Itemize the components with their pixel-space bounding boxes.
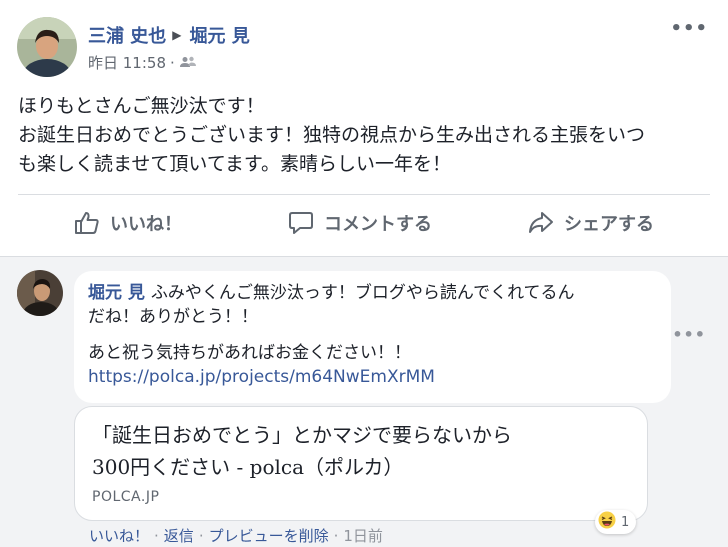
caret-right-icon: ▶	[172, 28, 182, 42]
share-label: シェアする	[564, 214, 654, 235]
post-text: ほりもとさんご無沙汰です！ お誕生日おめでとうございます！独特の視点から生み出さ…	[18, 92, 714, 179]
share-button[interactable]: シェアする	[528, 210, 654, 236]
comment-bubble: 堀元 見ふみやくんご無沙汰っす！ブログやら読んでくれてるん だね！ありがとう！！…	[74, 271, 671, 403]
comment-bubble-icon	[288, 210, 314, 236]
post-text-line: ほりもとさんご無沙汰です！	[18, 95, 265, 117]
friends-audience-icon[interactable]	[179, 54, 197, 72]
comment-text: だね！ありがとう！！	[88, 307, 258, 327]
comment-actions: いいね！ · 返信 · プレビューを削除 · 1日前	[89, 525, 383, 546]
separator-dot: ·	[198, 526, 204, 545]
separator-dot: ·	[154, 526, 159, 545]
reaction-count: 1	[621, 514, 630, 530]
link-preview-domain: POLCA.JP	[92, 489, 160, 505]
haha-emoji-icon	[598, 511, 616, 533]
post-text-line: も楽しく読ませて頂いてます。素晴らしい一年を！	[18, 153, 452, 175]
comment-label: コメントする	[324, 214, 432, 235]
separator-dot: ·	[170, 53, 175, 72]
comment-link[interactable]: https://polca.jp/projects/m64NwEmXrMM	[88, 365, 657, 389]
divider	[18, 194, 710, 195]
comment-button[interactable]: コメントする	[288, 210, 432, 236]
comment-text: ふみやくんご無沙汰っす！ブログやら読んでくれてるん	[150, 283, 575, 303]
like-label: いいね！	[110, 214, 182, 235]
post-actions: いいね！ コメントする シェアする	[0, 196, 728, 254]
post-card: 三浦 史也 ▶ 堀元 見 昨日 11:58 · ••• ほりもとさんご無沙汰です…	[0, 0, 728, 256]
link-preview-card[interactable]: 「誕生日おめでとう」とかマジで要らないから 300円ください - polca（ポ…	[74, 406, 648, 521]
post-options-icon[interactable]: •••	[670, 18, 708, 39]
share-arrow-icon	[528, 211, 554, 235]
reply-link[interactable]: 返信	[164, 525, 194, 546]
recipient-name[interactable]: 堀元 見	[190, 22, 250, 48]
author-name[interactable]: 三浦 史也	[88, 22, 166, 48]
post-text-line: お誕生日おめでとうございます！独特の視点から生み出される主張をいつ	[18, 124, 646, 146]
comment-like-link[interactable]: いいね！	[89, 525, 149, 546]
comments-section: 堀元 見ふみやくんご無沙汰っす！ブログやら読んでくれてるん だね！ありがとう！！…	[0, 256, 728, 547]
comment-timestamp[interactable]: 1日前	[343, 525, 383, 546]
remove-preview-link[interactable]: プレビューを削除	[209, 525, 329, 546]
post-timestamp[interactable]: 昨日 11:58	[88, 52, 166, 73]
author-avatar[interactable]	[17, 17, 77, 77]
link-preview-title: 「誕生日おめでとう」とかマジで要らないから 300円ください - polca（ポ…	[92, 423, 512, 479]
comment-options-icon[interactable]: •••	[672, 325, 706, 344]
post-header-names: 三浦 史也 ▶ 堀元 見	[88, 22, 250, 48]
post-meta: 昨日 11:58 ·	[88, 52, 197, 73]
comment-text: あと祝う気持ちがあればお金ください！！	[88, 343, 411, 363]
thumbs-up-icon	[74, 211, 100, 235]
comment-author[interactable]: 堀元 見	[88, 283, 145, 303]
commenter-avatar[interactable]	[17, 270, 63, 316]
comment-line: 堀元 見ふみやくんご無沙汰っす！ブログやら読んでくれてるん	[88, 281, 657, 305]
separator-dot: ·	[333, 526, 339, 545]
reaction-badge[interactable]: 1	[595, 510, 637, 534]
like-button[interactable]: いいね！	[74, 210, 182, 236]
